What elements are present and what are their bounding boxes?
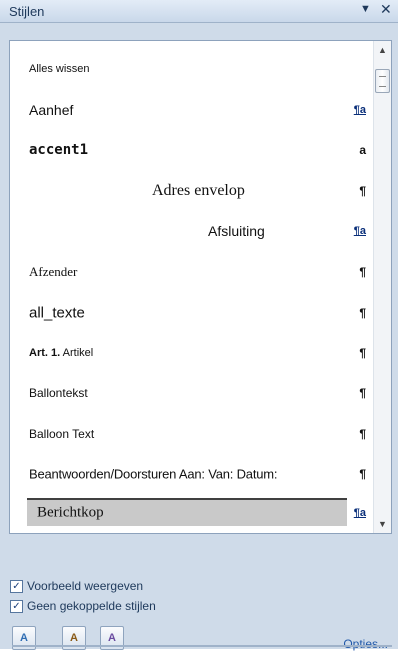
style-label: Aanhef <box>29 102 74 118</box>
style-item[interactable]: all_texte ¶ <box>10 293 372 333</box>
style-label: accent1 <box>29 142 89 158</box>
style-item[interactable]: Art. 1. Artikel ¶ <box>10 333 372 373</box>
linked-style-icon: ¶a <box>353 225 366 237</box>
scrollbar-thumb[interactable] <box>375 69 390 93</box>
paragraph-style-icon: ¶ <box>359 427 366 441</box>
disable-linked-styles-checkbox[interactable]: ✓ Geen gekoppelde stijlen <box>10 599 156 613</box>
style-label: Art. 1. Artikel <box>29 347 93 359</box>
check-icon[interactable]: ✓ <box>10 600 23 613</box>
styles-pane: Stijlen ▼ ✕ Alles wissen Aanhef ¶a accen… <box>0 0 398 651</box>
paragraph-style-icon: ¶ <box>359 184 366 198</box>
styles-list[interactable]: Alles wissen Aanhef ¶a accent1 a Adres e… <box>9 40 392 534</box>
style-item[interactable]: Adres envelop ¶ <box>10 171 372 211</box>
style-label: Beantwoorden/Doorsturen Aan: Van: Datum: <box>29 466 278 482</box>
scrollbar[interactable]: ▲ ▼ <box>373 41 391 533</box>
scroll-down-icon[interactable]: ▼ <box>378 519 387 529</box>
scroll-up-icon[interactable]: ▲ <box>378 45 387 55</box>
disable-linked-styles-label: Geen gekoppelde stijlen <box>27 599 156 613</box>
style-label-number: Art. 1. <box>29 347 61 359</box>
style-item[interactable]: Afsluiting ¶a <box>10 211 372 251</box>
style-item[interactable]: Aanhef ¶a <box>10 90 372 130</box>
style-item[interactable]: accent1 a <box>10 130 372 170</box>
dropdown-icon[interactable]: ▼ <box>360 3 371 15</box>
paragraph-style-icon: ¶ <box>359 306 366 320</box>
paragraph-style-icon: ¶ <box>359 467 366 481</box>
style-item[interactable]: Beantwoorden/Doorsturen Aan: Van: Datum:… <box>10 454 372 494</box>
style-item[interactable]: Afzender ¶ <box>10 252 372 292</box>
linked-style-icon: ¶a <box>353 104 366 116</box>
show-preview-label: Voorbeeld weergeven <box>27 579 144 593</box>
character-style-icon: a <box>359 143 366 157</box>
style-label: Ballontekst <box>29 386 88 400</box>
style-item[interactable]: Balloon Text ¶ <box>10 414 372 454</box>
style-label: Afsluiting <box>208 223 265 239</box>
style-label: Afzender <box>29 264 78 279</box>
paragraph-style-icon: ¶ <box>359 346 366 360</box>
style-label: all_texte <box>29 304 85 322</box>
bottom-divider <box>12 645 392 647</box>
style-item[interactable]: Berichtkop ¶a <box>10 493 372 533</box>
style-label: Adres envelop <box>152 182 245 199</box>
paragraph-style-icon: ¶ <box>359 386 366 400</box>
close-icon[interactable]: ✕ <box>380 1 392 18</box>
pane-title: Stijlen <box>9 4 45 19</box>
paragraph-style-icon: ¶ <box>359 265 366 279</box>
style-item[interactable]: Alles wissen <box>10 49 372 89</box>
style-label: Balloon Text <box>29 427 95 441</box>
style-label: Alles wissen <box>29 63 90 75</box>
check-icon[interactable]: ✓ <box>10 580 23 593</box>
style-label-text: Artikel <box>62 347 94 359</box>
grip-icon <box>379 76 386 87</box>
style-label: Berichtkop <box>37 504 104 521</box>
pane-titlebar: Stijlen ▼ ✕ <box>0 0 398 23</box>
style-item[interactable]: Ballontekst ¶ <box>10 373 372 413</box>
linked-style-icon: ¶a <box>353 507 366 519</box>
show-preview-checkbox[interactable]: ✓ Voorbeeld weergeven <box>10 579 144 593</box>
